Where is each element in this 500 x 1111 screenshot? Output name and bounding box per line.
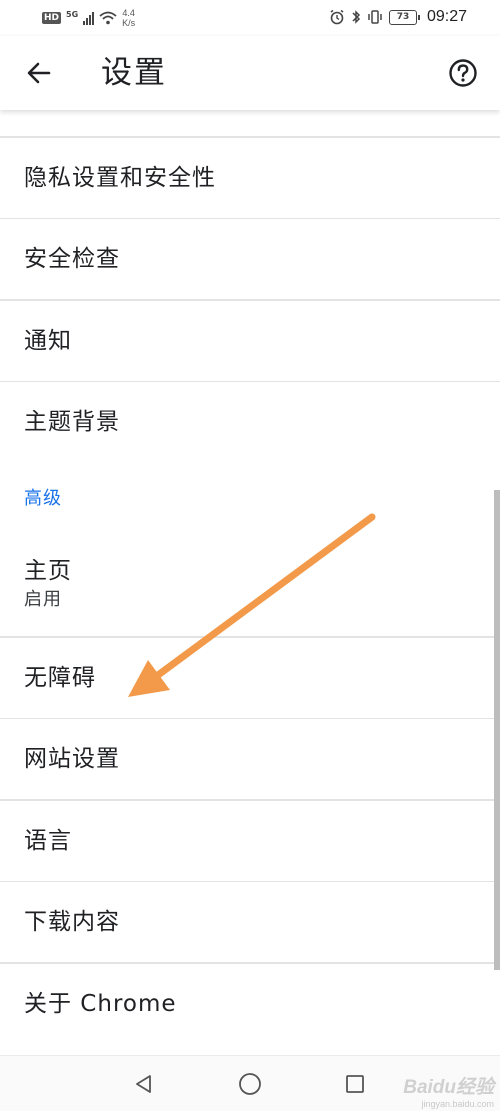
setting-sublabel: 启用 [24, 589, 62, 610]
wifi-icon [99, 11, 117, 25]
bluetooth-icon [352, 10, 361, 24]
status-right-group: 73 09:27 [329, 8, 467, 26]
setting-about-chrome[interactable]: 关于 Chrome [0, 964, 500, 1044]
page-title: 设置 [101, 55, 167, 91]
hd-badge: HD [42, 12, 62, 24]
setting-label: 关于 Chrome [24, 990, 177, 1017]
setting-site-settings[interactable]: 网站设置 [0, 719, 500, 799]
section-header-advanced: 高级 [24, 488, 62, 509]
list-top-spacer [0, 110, 500, 136]
toolbar: 设置 [0, 36, 500, 110]
scrollbar[interactable] [494, 490, 500, 970]
settings-list: 隐私设置和安全性 安全检查 通知 主题背景 高级 主页 启用 无障碍 网站设置 … [0, 110, 500, 1055]
arrow-left-icon [27, 62, 51, 84]
setting-label: 下载内容 [24, 909, 120, 935]
circle-home-icon [239, 1073, 261, 1095]
nav-back-button[interactable] [126, 1066, 162, 1102]
status-left-group: HD 5G 4.4 K/s [42, 8, 135, 28]
watermark-logo: Baidu经验 [403, 1077, 494, 1098]
square-recents-icon [346, 1075, 364, 1093]
back-button[interactable] [18, 52, 60, 94]
vibrate-icon [368, 10, 382, 24]
help-icon [449, 59, 477, 87]
watermark-url: jingyan.baidu.com [421, 1099, 494, 1109]
setting-safety-check[interactable]: 安全检查 [0, 219, 500, 299]
setting-languages[interactable]: 语言 [0, 801, 500, 881]
setting-theme[interactable]: 主题背景 [0, 382, 500, 462]
setting-label: 语言 [24, 827, 72, 854]
nav-home-button[interactable] [232, 1066, 268, 1102]
setting-label: 网站设置 [24, 746, 120, 772]
alarm-icon [330, 9, 344, 25]
signal-icon [83, 11, 95, 25]
setting-label: 隐私设置和安全性 [24, 164, 216, 191]
setting-accessibility[interactable]: 无障碍 [0, 638, 500, 718]
setting-label: 通知 [24, 327, 72, 354]
network-type: 5G [66, 9, 79, 19]
setting-label: 无障碍 [24, 664, 96, 691]
help-button[interactable] [442, 52, 484, 94]
speed-unit: K/s [122, 18, 136, 28]
setting-downloads[interactable]: 下载内容 [0, 882, 500, 962]
network-speed: 4.4 K/s [122, 8, 135, 28]
status-time: 09:27 [426, 8, 467, 25]
setting-label: 主页 [24, 558, 72, 584]
setting-label: 主题背景 [24, 409, 120, 435]
setting-label: 安全检查 [24, 246, 120, 272]
triangle-back-icon [136, 1075, 151, 1093]
watermark: Baidu经验 jingyan.baidu.com [403, 1072, 494, 1109]
status-bar: HD 5G 4.4 K/s 73 09:27 [0, 0, 500, 36]
setting-notifications[interactable]: 通知 [0, 301, 500, 381]
speed-value: 4.4 [122, 8, 135, 18]
setting-privacy-security[interactable]: 隐私设置和安全性 [0, 138, 500, 218]
battery-icon: 73 [388, 9, 420, 25]
setting-homepage[interactable]: 主页 启用 [0, 532, 500, 636]
nav-recents-button[interactable] [337, 1066, 373, 1102]
